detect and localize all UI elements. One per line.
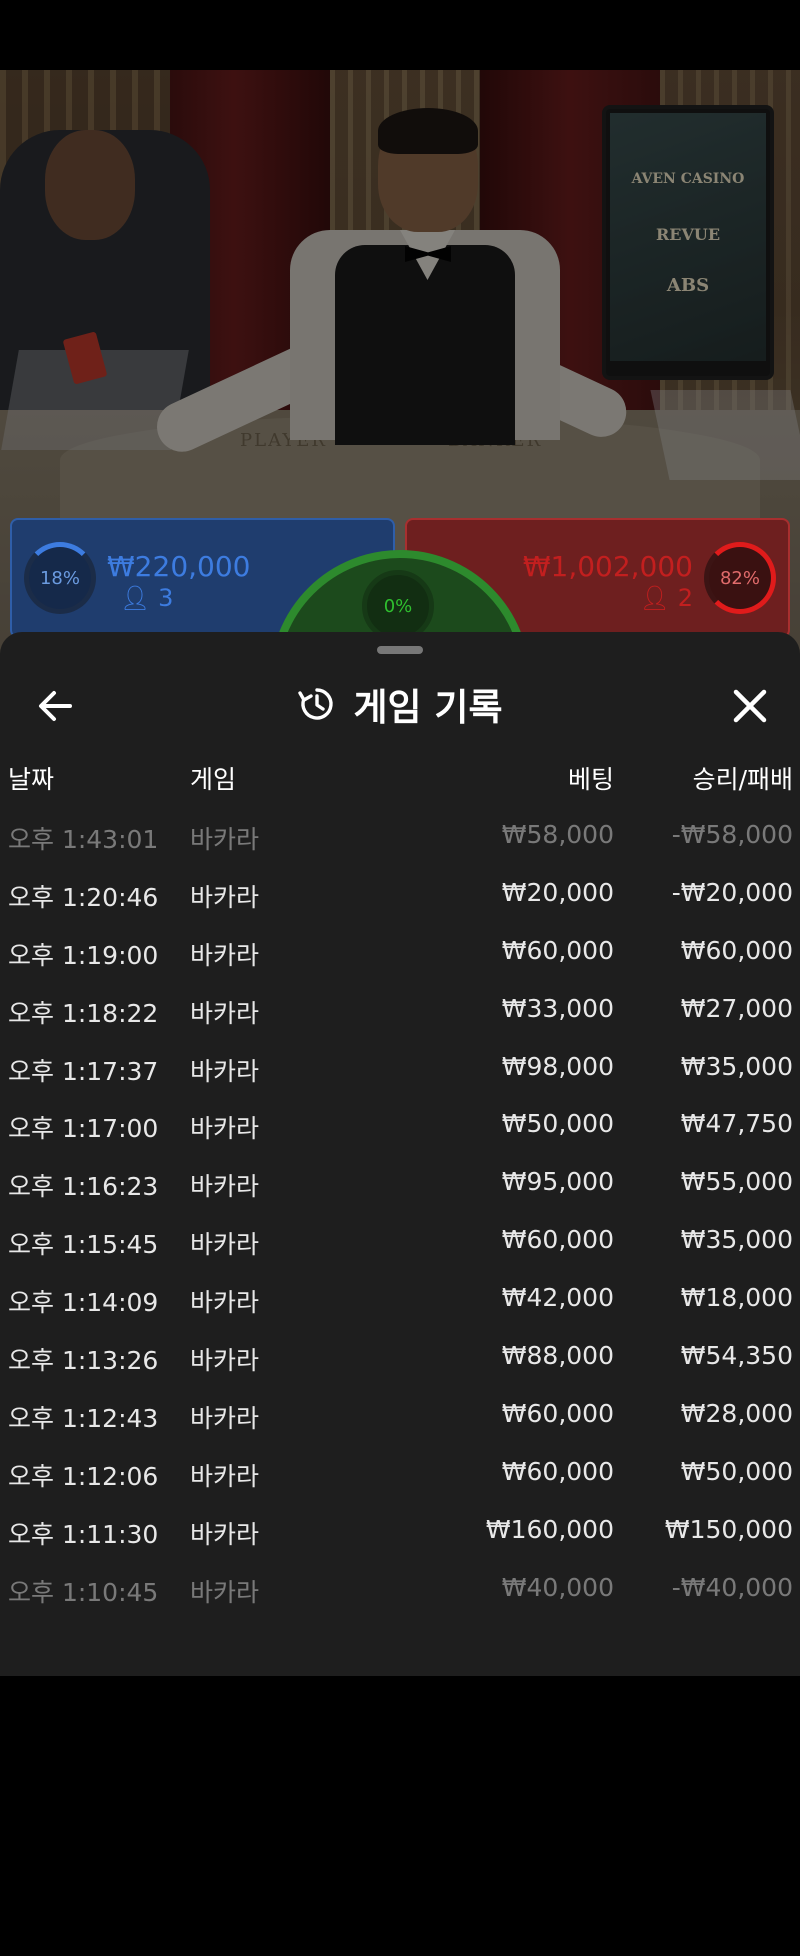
row-date: 오후 1:15:45: [8, 1230, 159, 1260]
row-game: 바카라: [190, 1230, 260, 1260]
row-game: 바카라: [190, 1056, 260, 1086]
row-win-loss: ₩50,000: [680, 1456, 793, 1486]
row-bet: ₩58,000: [501, 820, 614, 849]
row-bet: ₩60,000: [501, 1398, 614, 1428]
column-date: 날짜: [8, 765, 55, 794]
row-game: 바카라: [190, 1114, 260, 1144]
row-game: 바카라: [190, 1403, 260, 1433]
row-date: 오후 1:14:09: [8, 1288, 159, 1318]
row-date: 오후 1:20:46: [8, 882, 159, 912]
row-bet: ₩160,000: [485, 1514, 614, 1544]
scroll-fade: [0, 1606, 800, 1676]
column-game: 게임: [190, 765, 237, 794]
row-date: 오후 1:43:01: [8, 825, 159, 854]
table-row[interactable]: 오후 1:14:09 바카라 ₩42,000 ₩18,000: [0, 1275, 800, 1333]
sheet-grabber[interactable]: [377, 646, 423, 654]
row-win-loss: ₩60,000: [680, 935, 793, 965]
table-row[interactable]: 오후 1:43:01 바카라 ₩58,000 -₩58,000: [0, 812, 800, 870]
banker-percent-ring: 82%: [704, 542, 776, 614]
table-row[interactable]: 오후 1:19:00 바카라 ₩60,000 ₩60,000: [0, 928, 800, 986]
row-bet: ₩60,000: [501, 1225, 614, 1255]
row-game: 바카라: [190, 1519, 260, 1549]
row-bet: ₩60,000: [501, 1456, 614, 1486]
row-win-loss: -₩40,000: [671, 1572, 793, 1602]
history-icon: [298, 688, 334, 720]
sheet-header: 게임 기록: [0, 674, 800, 734]
row-win-loss: ₩54,350: [680, 1341, 793, 1371]
user-icon: 👤︎: [639, 584, 671, 612]
row-bet: ₩60,000: [501, 935, 614, 965]
row-win-loss: ₩28,000: [680, 1398, 793, 1428]
row-bet: ₩95,000: [501, 1167, 614, 1197]
banker-bet-amount: ₩1,002,000: [522, 550, 693, 583]
history-list[interactable]: 오후 1:43:01 바카라 ₩58,000 -₩58,000 오후 1:20:…: [0, 812, 800, 1622]
row-game: 바카라: [190, 998, 260, 1028]
banker-percent: 82%: [719, 567, 760, 589]
table-header: 날짜 게임 베팅 승리/패배: [0, 760, 800, 800]
player-count: 👤︎ 3: [120, 584, 174, 612]
row-bet: ₩40,000: [501, 1572, 614, 1602]
player-percent: 18%: [39, 567, 80, 589]
row-game: 바카라: [190, 940, 260, 970]
tie-percent: 0%: [383, 595, 413, 617]
table-row[interactable]: 오후 1:12:43 바카라 ₩60,000 ₩28,000: [0, 1391, 800, 1449]
row-bet: ₩50,000: [501, 1109, 614, 1139]
row-bet: ₩98,000: [501, 1051, 614, 1081]
row-win-loss: -₩20,000: [671, 877, 793, 907]
table-row[interactable]: 오후 1:18:22 바카라 ₩33,000 ₩27,000: [0, 986, 800, 1044]
bottom-blank-area: [0, 1676, 800, 1956]
user-icon: 👤︎: [120, 584, 151, 612]
row-win-loss: ₩150,000: [664, 1514, 793, 1544]
row-date: 오후 1:12:43: [8, 1403, 159, 1433]
table-row[interactable]: 오후 1:12:06 바카라 ₩60,000 ₩50,000: [0, 1449, 800, 1507]
row-date: 오후 1:12:06: [8, 1461, 159, 1491]
row-win-loss: ₩35,000: [680, 1225, 793, 1255]
row-date: 오후 1:10:45: [8, 1577, 159, 1607]
row-date: 오후 1:17:37: [8, 1056, 159, 1086]
row-win-loss: ₩55,000: [680, 1167, 793, 1197]
row-win-loss: ₩27,000: [680, 993, 793, 1023]
row-bet: ₩88,000: [501, 1341, 614, 1371]
row-date: 오후 1:11:30: [8, 1519, 159, 1549]
column-win-loss: 승리/패배: [692, 765, 793, 794]
table-row[interactable]: 오후 1:16:23 바카라 ₩95,000 ₩55,000: [0, 1159, 800, 1217]
table-row[interactable]: 오후 1:20:46 바카라 ₩20,000 -₩20,000: [0, 870, 800, 928]
back-button[interactable]: [30, 680, 82, 732]
row-date: 오후 1:13:26: [8, 1346, 159, 1376]
table-row[interactable]: 오후 1:15:45 바카라 ₩60,000 ₩35,000: [0, 1217, 800, 1275]
column-bet: 베팅: [567, 765, 614, 794]
row-game: 바카라: [190, 1346, 260, 1376]
close-icon: [733, 689, 767, 723]
row-date: 오후 1:18:22: [8, 998, 159, 1028]
table-row[interactable]: 오후 1:17:00 바카라 ₩50,000 ₩47,750: [0, 1101, 800, 1159]
row-bet: ₩42,000: [501, 1283, 614, 1313]
row-game: 바카라: [190, 1172, 260, 1202]
row-date: 오후 1:17:00: [8, 1114, 159, 1144]
row-win-loss: -₩58,000: [671, 820, 793, 849]
row-win-loss: ₩18,000: [680, 1283, 793, 1313]
row-win-loss: ₩35,000: [680, 1051, 793, 1081]
row-game: 바카라: [190, 1288, 260, 1318]
table-row[interactable]: 오후 1:11:30 바카라 ₩160,000 ₩150,000: [0, 1507, 800, 1565]
row-game: 바카라: [190, 825, 260, 854]
row-game: 바카라: [190, 1461, 260, 1491]
arrow-left-icon: [39, 691, 72, 721]
row-date: 오후 1:16:23: [8, 1172, 159, 1202]
row-date: 오후 1:19:00: [8, 940, 159, 970]
game-history-sheet: 게임 기록 날짜 게임 베팅 승리/패배 오후 1:43:01 바카라 ₩58,…: [0, 632, 800, 1676]
row-game: 바카라: [190, 1577, 260, 1607]
row-bet: ₩20,000: [501, 877, 614, 907]
title-wrap: 게임 기록: [0, 674, 800, 734]
close-button[interactable]: [724, 680, 776, 732]
banker-count: 👤︎ 2: [639, 584, 693, 612]
player-percent-ring: 18%: [24, 542, 96, 614]
player-bet-amount: ₩220,000: [107, 550, 251, 583]
table-row[interactable]: 오후 1:17:37 바카라 ₩98,000 ₩35,000: [0, 1044, 800, 1102]
sheet-title: 게임 기록: [353, 686, 503, 729]
row-win-loss: ₩47,750: [680, 1109, 793, 1139]
row-game: 바카라: [190, 882, 260, 912]
row-bet: ₩33,000: [501, 993, 614, 1023]
table-row[interactable]: 오후 1:13:26 바카라 ₩88,000 ₩54,350: [0, 1333, 800, 1391]
